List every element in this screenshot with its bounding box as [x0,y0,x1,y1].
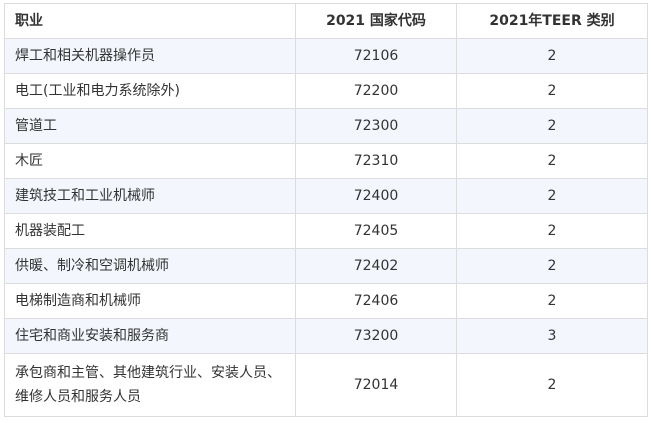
table-row: 焊工和相关机器操作员 72106 2 [4,38,648,74]
table-row: 住宅和商业安装和服务商 73200 3 [4,318,648,354]
header-teer: 2021年TEER 类别 [456,3,648,39]
cell-code: 72200 [295,73,457,109]
cell-occupation: 住宅和商业安装和服务商 [4,318,296,354]
cell-occupation: 电梯制造商和机械师 [4,283,296,319]
table-row: 管道工 72300 2 [4,108,648,144]
header-code: 2021 国家代码 [295,3,457,39]
cell-teer: 2 [456,38,648,74]
cell-code: 72310 [295,143,457,179]
cell-code: 72406 [295,283,457,319]
cell-occupation: 机器装配工 [4,213,296,249]
occupation-table: 职业 2021 国家代码 2021年TEER 类别 焊工和相关机器操作员 721… [4,3,648,417]
cell-occupation: 建筑技工和工业机械师 [4,178,296,214]
cell-code: 73200 [295,318,457,354]
table-row: 承包商和主管、其他建筑行业、安装人员、维修人员和服务人员 72014 2 [4,353,648,417]
cell-code: 72014 [295,353,457,417]
table-header: 职业 2021 国家代码 2021年TEER 类别 [4,3,648,39]
table-row: 机器装配工 72405 2 [4,213,648,249]
cell-occupation: 供暖、制冷和空调机械师 [4,248,296,284]
table-body: 焊工和相关机器操作员 72106 2 电工(工业和电力系统除外) 72200 2… [4,38,648,417]
cell-teer: 3 [456,318,648,354]
cell-teer: 2 [456,283,648,319]
cell-code: 72106 [295,38,457,74]
table-row: 电工(工业和电力系统除外) 72200 2 [4,73,648,109]
cell-code: 72405 [295,213,457,249]
table-row: 木匠 72310 2 [4,143,648,179]
cell-code: 72402 [295,248,457,284]
cell-teer: 2 [456,213,648,249]
cell-teer: 2 [456,143,648,179]
cell-occupation: 管道工 [4,108,296,144]
occupation-table-container: 职业 2021 国家代码 2021年TEER 类别 焊工和相关机器操作员 721… [4,3,648,417]
cell-occupation: 焊工和相关机器操作员 [4,38,296,74]
cell-teer: 2 [456,73,648,109]
header-occupation: 职业 [4,3,296,39]
cell-code: 72300 [295,108,457,144]
cell-occupation: 电工(工业和电力系统除外) [4,73,296,109]
cell-teer: 2 [456,178,648,214]
cell-occupation: 木匠 [4,143,296,179]
cell-teer: 2 [456,248,648,284]
header-row: 职业 2021 国家代码 2021年TEER 类别 [4,3,648,39]
cell-occupation: 承包商和主管、其他建筑行业、安装人员、维修人员和服务人员 [4,353,296,417]
cell-teer: 2 [456,353,648,417]
cell-teer: 2 [456,108,648,144]
table-row: 建筑技工和工业机械师 72400 2 [4,178,648,214]
table-row: 供暖、制冷和空调机械师 72402 2 [4,248,648,284]
cell-code: 72400 [295,178,457,214]
table-row: 电梯制造商和机械师 72406 2 [4,283,648,319]
